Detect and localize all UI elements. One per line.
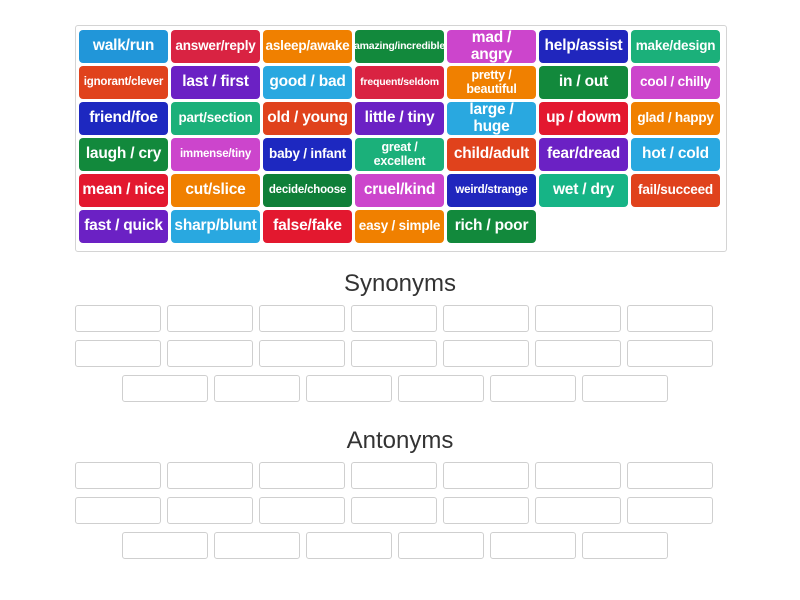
drop-slot[interactable]: [351, 305, 437, 332]
drop-slot[interactable]: [306, 532, 392, 559]
drop-slot-row: [75, 305, 727, 332]
word-tile[interactable]: immense/tiny: [171, 138, 260, 171]
word-tile[interactable]: mean / nice: [79, 174, 168, 207]
drop-slot[interactable]: [122, 375, 208, 402]
word-tile[interactable]: in / out: [539, 66, 628, 99]
drop-slot[interactable]: [214, 532, 300, 559]
drop-slot[interactable]: [167, 462, 253, 489]
drop-slot-row: [75, 497, 727, 524]
word-tile[interactable]: laugh / cry: [79, 138, 168, 171]
drop-slot[interactable]: [351, 340, 437, 367]
drop-slot[interactable]: [167, 305, 253, 332]
drop-slot-row: [75, 340, 727, 367]
drop-slot[interactable]: [259, 305, 345, 332]
drop-slot-row: [75, 532, 727, 559]
word-tile[interactable]: weird/strange: [447, 174, 536, 207]
drop-slot[interactable]: [582, 375, 668, 402]
drop-slot[interactable]: [167, 497, 253, 524]
drop-slot[interactable]: [259, 462, 345, 489]
drop-slot[interactable]: [214, 375, 300, 402]
drop-slot[interactable]: [398, 375, 484, 402]
drop-slot[interactable]: [627, 305, 713, 332]
word-tile[interactable]: baby / infant: [263, 138, 352, 171]
drop-slot[interactable]: [535, 305, 621, 332]
word-bank-row: fast / quick sharp/blunt false/fake easy / …: [79, 210, 723, 243]
word-tile[interactable]: cool / chilly: [631, 66, 720, 99]
drop-slot[interactable]: [259, 497, 345, 524]
word-tile[interactable]: walk/run: [79, 30, 168, 63]
drop-slot[interactable]: [627, 497, 713, 524]
drop-slot[interactable]: [443, 305, 529, 332]
antonyms-drop-zone: [75, 462, 727, 567]
word-tile[interactable]: mad / angry: [447, 30, 536, 63]
word-tile[interactable]: rich / poor: [447, 210, 536, 243]
word-tile[interactable]: answer/reply: [171, 30, 260, 63]
drop-slot[interactable]: [75, 340, 161, 367]
word-tile[interactable]: fast / quick: [79, 210, 168, 243]
word-tile[interactable]: part/section: [171, 102, 260, 135]
drop-slot[interactable]: [398, 532, 484, 559]
drop-slot[interactable]: [490, 532, 576, 559]
drop-slot[interactable]: [443, 462, 529, 489]
word-tile[interactable]: decide/choose: [263, 174, 352, 207]
drop-slot[interactable]: [75, 305, 161, 332]
drop-slot[interactable]: [351, 497, 437, 524]
word-bank-row: mean / nice cut/slice decide/choose cruel/k…: [79, 174, 723, 207]
antonyms-group-title: Antonyms: [346, 427, 454, 454]
word-tile[interactable]: fail/succeed: [631, 174, 720, 207]
drop-slot[interactable]: [122, 532, 208, 559]
drop-slot[interactable]: [75, 497, 161, 524]
drop-slot[interactable]: [490, 375, 576, 402]
drop-slot[interactable]: [443, 497, 529, 524]
word-tile[interactable]: fear/dread: [539, 138, 628, 171]
word-bank-row: ignorant/clever last / first good / bad fre…: [79, 66, 723, 99]
drop-slot[interactable]: [627, 340, 713, 367]
word-tile[interactable]: amazing/incredible: [355, 30, 444, 63]
word-tile[interactable]: asleep/awake: [263, 30, 352, 63]
drop-slot[interactable]: [535, 497, 621, 524]
word-tile[interactable]: little / tiny: [355, 102, 444, 135]
word-bank-row: walk/run answer/reply asleep/awake amazing/…: [79, 30, 723, 63]
drop-slot[interactable]: [167, 340, 253, 367]
word-tile[interactable]: up / dowm: [539, 102, 628, 135]
word-tile[interactable]: cut/slice: [171, 174, 260, 207]
word-tile[interactable]: good / bad: [263, 66, 352, 99]
drop-slot-row: [75, 375, 727, 402]
drop-slot[interactable]: [306, 375, 392, 402]
word-tile[interactable]: child/adult: [447, 138, 536, 171]
word-tile[interactable]: sharp/blunt: [171, 210, 260, 243]
drop-slot-row: [75, 462, 727, 489]
drop-slot[interactable]: [627, 462, 713, 489]
drop-slot[interactable]: [259, 340, 345, 367]
word-tile[interactable]: glad / happy: [631, 102, 720, 135]
word-tile[interactable]: pretty / beautiful: [447, 66, 536, 99]
drop-slot[interactable]: [351, 462, 437, 489]
drop-slot[interactable]: [535, 462, 621, 489]
word-tile[interactable]: cruel/kind: [355, 174, 444, 207]
synonyms-drop-zone: [75, 305, 727, 410]
synonyms-group-title: Synonyms: [343, 270, 457, 297]
word-bank-container: walk/run answer/reply asleep/awake amazing/…: [75, 25, 727, 252]
word-tile[interactable]: great / excellent: [355, 138, 444, 171]
word-tile[interactable]: help/assist: [539, 30, 628, 63]
word-tile[interactable]: last / first: [171, 66, 260, 99]
word-tile[interactable]: large / huge: [447, 102, 536, 135]
drop-slot[interactable]: [535, 340, 621, 367]
drop-slot[interactable]: [443, 340, 529, 367]
word-tile[interactable]: easy / simple: [355, 210, 444, 243]
word-tile[interactable]: wet / dry: [539, 174, 628, 207]
word-bank-row: friend/foe part/section old / young little …: [79, 102, 723, 135]
word-bank-row: laugh / cry immense/tiny baby / infant grea…: [79, 138, 723, 171]
word-tile[interactable]: friend/foe: [79, 102, 168, 135]
word-tile[interactable]: ignorant/clever: [79, 66, 168, 99]
word-tile[interactable]: old / young: [263, 102, 352, 135]
drop-slot[interactable]: [582, 532, 668, 559]
word-tile[interactable]: frequent/seldom: [355, 66, 444, 99]
word-tile[interactable]: make/design: [631, 30, 720, 63]
word-tile[interactable]: false/fake: [263, 210, 352, 243]
drop-slot[interactable]: [75, 462, 161, 489]
word-tile[interactable]: hot / cold: [631, 138, 720, 171]
